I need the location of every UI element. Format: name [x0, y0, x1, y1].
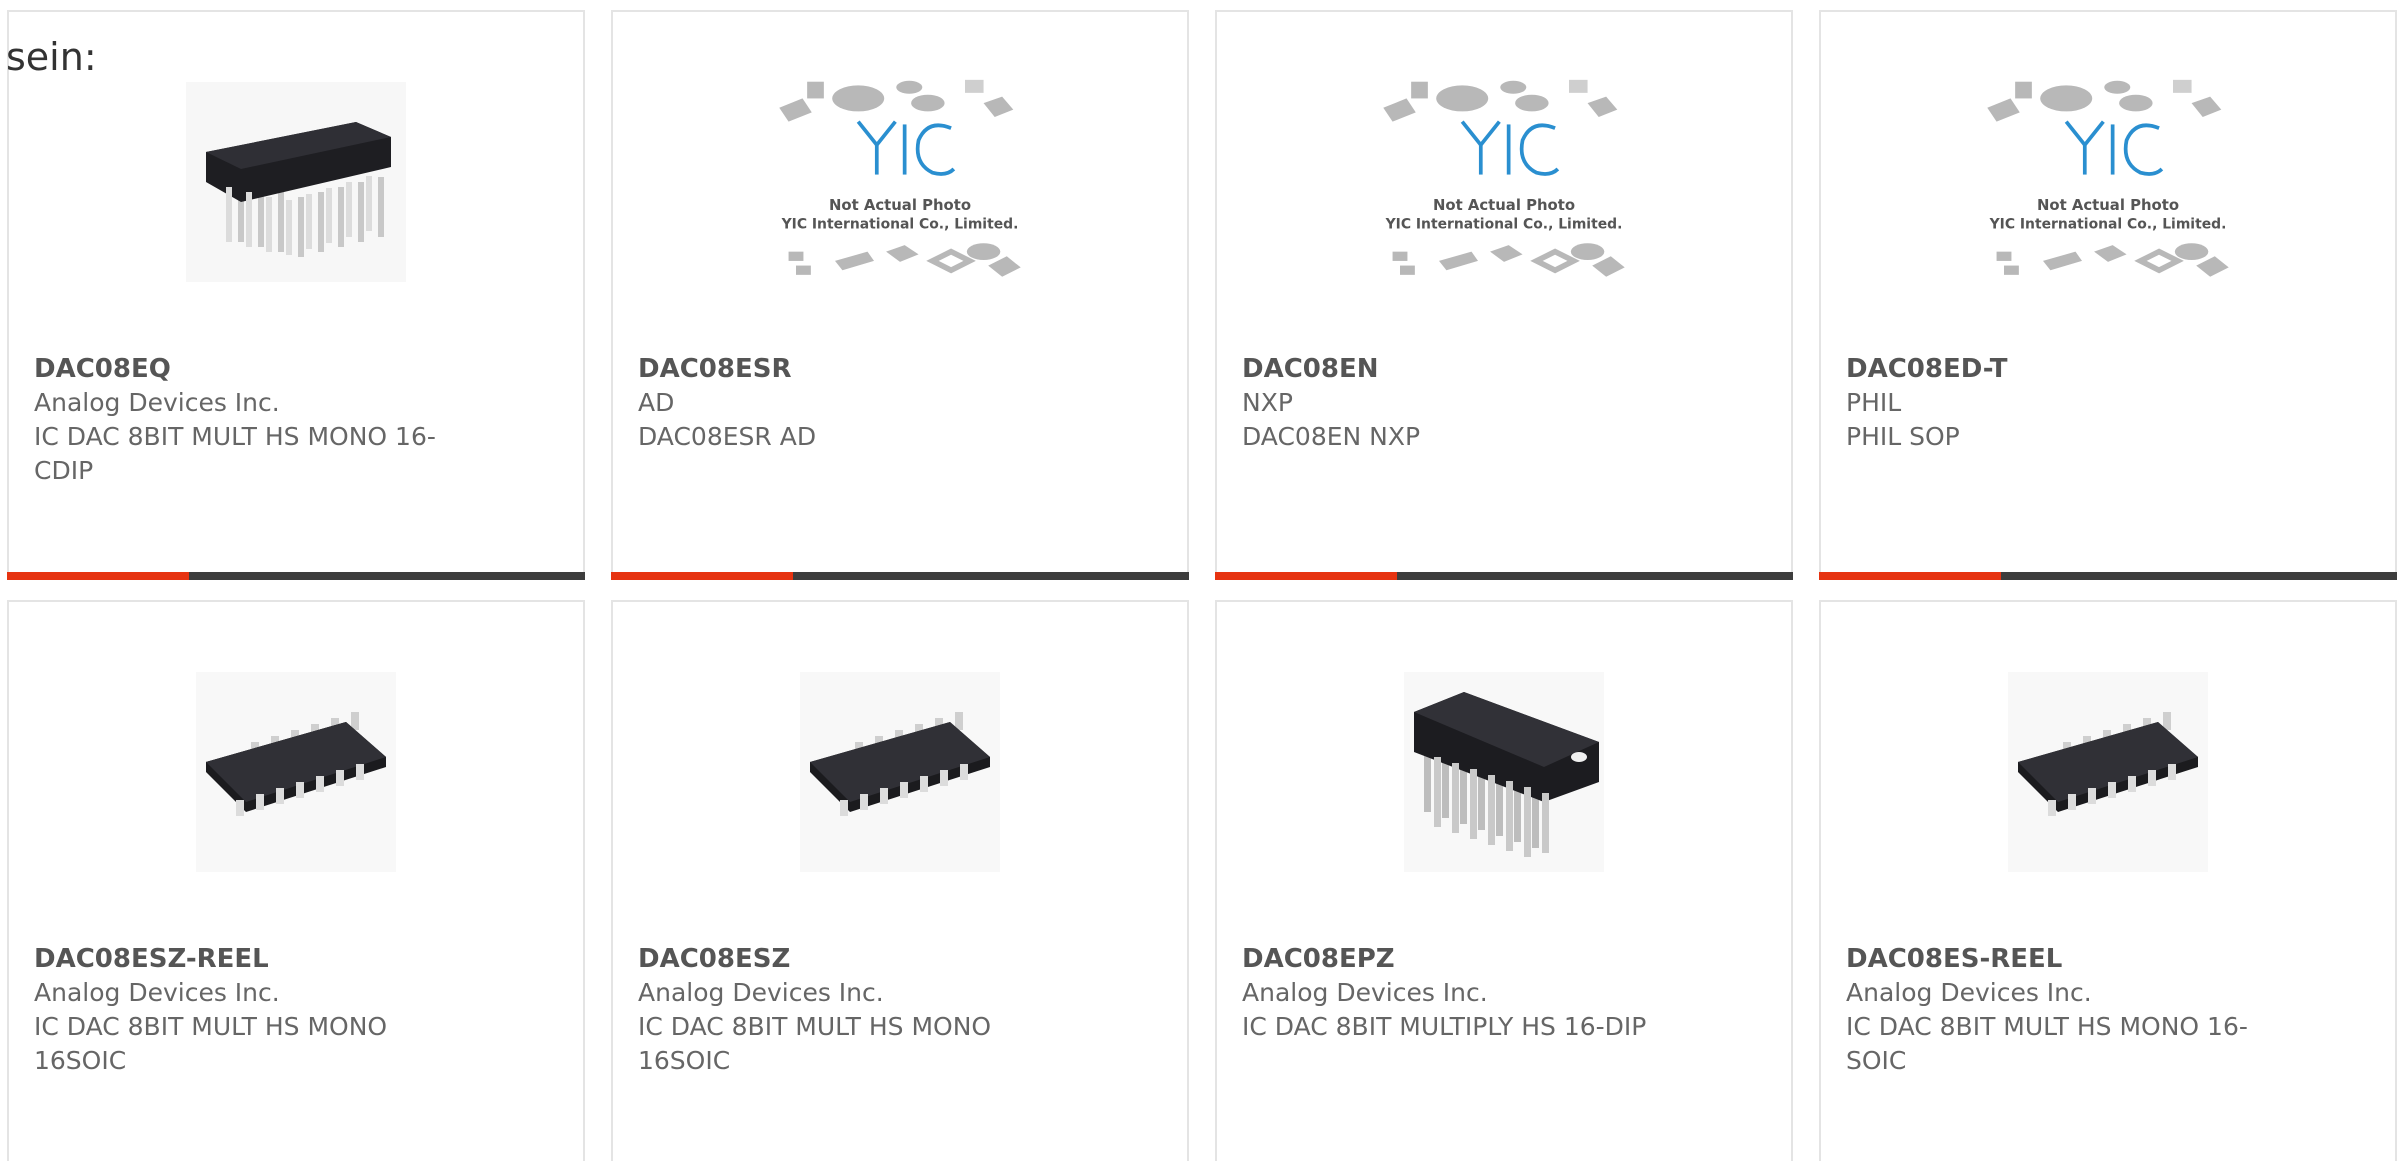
product-card[interactable]: Not Actual Photo YIC International Co., … — [1215, 10, 1793, 580]
description: DAC08ESR AD — [638, 422, 817, 451]
description: IC DAC 8BIT MULT HS MONO 16-SOIC — [1846, 1012, 2248, 1075]
placeholder-note-1: Not Actual Photo — [829, 196, 971, 214]
manufacturer: Analog Devices Inc. — [34, 388, 280, 417]
card-bottom-bar — [7, 572, 585, 580]
part-number-link[interactable]: DAC08ED-T — [1846, 352, 2286, 386]
description: IC DAC 8BIT MULT HS MONO 16SOIC — [34, 1012, 388, 1075]
intro-text: sein: — [6, 35, 97, 79]
product-info: DAC08ED-T PHIL PHIL SOP — [1846, 352, 2286, 454]
part-number-link[interactable]: DAC08ESZ — [638, 942, 1078, 976]
card-bottom-bar — [611, 572, 1189, 580]
manufacturer: Analog Devices Inc. — [1242, 978, 1488, 1007]
product-image[interactable]: Not Actual Photo YIC International Co., … — [770, 79, 1030, 282]
product-info: DAC08ES-REEL Analog Devices Inc. IC DAC … — [1846, 942, 2286, 1078]
manufacturer: Analog Devices Inc. — [638, 978, 884, 1007]
card-accent-bar — [7, 572, 189, 580]
product-card[interactable]: Not Actual Photo YIC International Co., … — [1819, 10, 2397, 580]
placeholder-note-2: YIC International Co., Limited. — [1989, 216, 2227, 232]
soic-chip-icon — [196, 672, 396, 872]
manufacturer: PHIL — [1846, 388, 1902, 417]
soic-chip-icon — [800, 672, 1000, 872]
description: DAC08EN NXP — [1242, 422, 1421, 451]
placeholder-note-2: YIC International Co., Limited. — [1385, 216, 1623, 232]
placeholder-note-1: Not Actual Photo — [1433, 196, 1575, 214]
description: IC DAC 8BIT MULT HS MONO 16-CDIP — [34, 422, 436, 485]
card-bottom-bar — [1215, 572, 1793, 580]
placeholder-note-1: Not Actual Photo — [2037, 196, 2179, 214]
product-card[interactable]: DAC08ES-REEL Analog Devices Inc. IC DAC … — [1819, 600, 2397, 1161]
card-accent-bar — [1819, 572, 2001, 580]
product-info: DAC08ESZ-REEL Analog Devices Inc. IC DAC… — [34, 942, 474, 1078]
product-image[interactable] — [166, 82, 426, 282]
product-card[interactable]: Not Actual Photo YIC International Co., … — [611, 10, 1189, 580]
product-info: DAC08EPZ Analog Devices Inc. IC DAC 8BIT… — [1242, 942, 1682, 1044]
product-info: DAC08EN NXP DAC08EN NXP — [1242, 352, 1682, 454]
yic-placeholder-icon: Not Actual Photo YIC International Co., … — [1987, 79, 2229, 277]
placeholder-note-2: YIC International Co., Limited. — [781, 216, 1019, 232]
product-grid-page: sein: DAC08EQ Analog Devices Inc. IC DAC… — [0, 0, 2400, 1161]
description: PHIL SOP — [1846, 422, 1960, 451]
yic-placeholder-icon: Not Actual Photo YIC International Co., … — [1383, 79, 1625, 277]
manufacturer: AD — [638, 388, 675, 417]
card-bottom-bar — [1819, 572, 2397, 580]
product-image[interactable] — [166, 672, 426, 872]
manufacturer: NXP — [1242, 388, 1293, 417]
yic-placeholder-icon: Not Actual Photo YIC International Co., … — [779, 79, 1021, 277]
part-number-link[interactable]: DAC08ESR — [638, 352, 1078, 386]
part-number-link[interactable]: DAC08EN — [1242, 352, 1682, 386]
product-card[interactable]: DAC08ESZ Analog Devices Inc. IC DAC 8BIT… — [611, 600, 1189, 1161]
product-info: DAC08EQ Analog Devices Inc. IC DAC 8BIT … — [34, 352, 474, 488]
dip-plastic-chip-icon — [1404, 672, 1604, 872]
product-image[interactable]: Not Actual Photo YIC International Co., … — [1978, 79, 2238, 282]
card-accent-bar — [1215, 572, 1397, 580]
product-card[interactable]: DAC08EQ Analog Devices Inc. IC DAC 8BIT … — [7, 10, 585, 580]
part-number-link[interactable]: DAC08EQ — [34, 352, 474, 386]
part-number-link[interactable]: DAC08ES-REEL — [1846, 942, 2286, 976]
soic-chip-icon — [2008, 672, 2208, 872]
description: IC DAC 8BIT MULTIPLY HS 16-DIP — [1242, 1012, 1647, 1041]
part-number-link[interactable]: DAC08EPZ — [1242, 942, 1682, 976]
card-accent-bar — [611, 572, 793, 580]
manufacturer: Analog Devices Inc. — [34, 978, 280, 1007]
product-image[interactable] — [1978, 672, 2238, 872]
manufacturer: Analog Devices Inc. — [1846, 978, 2092, 1007]
product-card[interactable]: DAC08EPZ Analog Devices Inc. IC DAC 8BIT… — [1215, 600, 1793, 1161]
dip-ceramic-chip-icon — [186, 82, 406, 282]
product-image[interactable] — [1374, 672, 1634, 872]
product-info: DAC08ESZ Analog Devices Inc. IC DAC 8BIT… — [638, 942, 1078, 1078]
part-number-link[interactable]: DAC08ESZ-REEL — [34, 942, 474, 976]
product-card[interactable]: DAC08ESZ-REEL Analog Devices Inc. IC DAC… — [7, 600, 585, 1161]
product-image[interactable]: Not Actual Photo YIC International Co., … — [1374, 79, 1634, 282]
description: IC DAC 8BIT MULT HS MONO 16SOIC — [638, 1012, 992, 1075]
product-info: DAC08ESR AD DAC08ESR AD — [638, 352, 1078, 454]
product-image[interactable] — [770, 672, 1030, 872]
